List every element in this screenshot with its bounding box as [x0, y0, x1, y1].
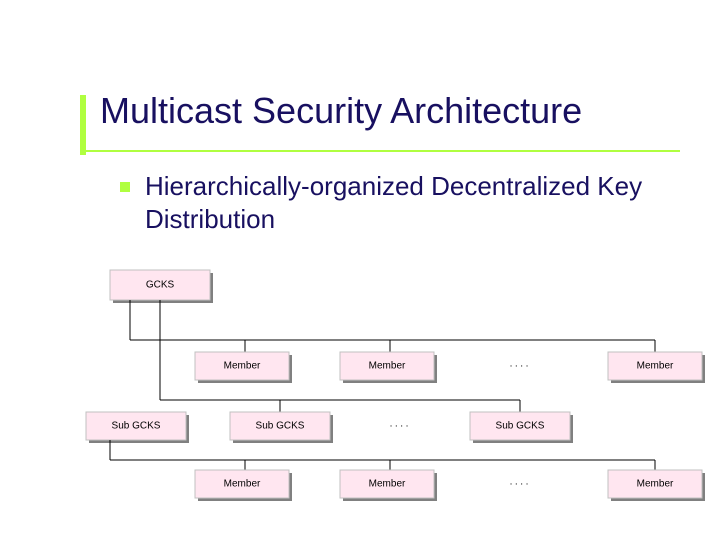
- member-box: Member: [608, 352, 705, 383]
- member-label: Member: [224, 361, 261, 372]
- member-box: Member: [195, 352, 292, 383]
- member-label: Member: [637, 479, 674, 490]
- gcks-box: GCKS: [110, 270, 213, 303]
- member-box: Member: [608, 470, 705, 501]
- sub-gcks-box: Sub GCKS: [86, 412, 189, 443]
- member-box: Member: [195, 470, 292, 501]
- sub-gcks-box: Sub GCKS: [230, 412, 333, 443]
- gcks-label: GCKS: [146, 280, 175, 291]
- member-label: Member: [637, 361, 674, 372]
- member-box: Member: [340, 470, 437, 501]
- ellipsis: ····: [389, 421, 410, 432]
- ellipsis: ····: [509, 479, 530, 490]
- member-label: Member: [224, 479, 261, 490]
- ellipsis: ····: [509, 361, 530, 372]
- member-label: Member: [369, 361, 406, 372]
- sub-gcks-label: Sub GCKS: [496, 421, 545, 432]
- member-box: Member: [340, 352, 437, 383]
- member-label: Member: [369, 479, 406, 490]
- sub-gcks-box: Sub GCKS: [470, 412, 573, 443]
- hierarchy-diagram: GCKS Member Member ···· Member Sub GCKS …: [0, 0, 720, 540]
- sub-gcks-label: Sub GCKS: [256, 421, 305, 432]
- sub-gcks-label: Sub GCKS: [112, 421, 161, 432]
